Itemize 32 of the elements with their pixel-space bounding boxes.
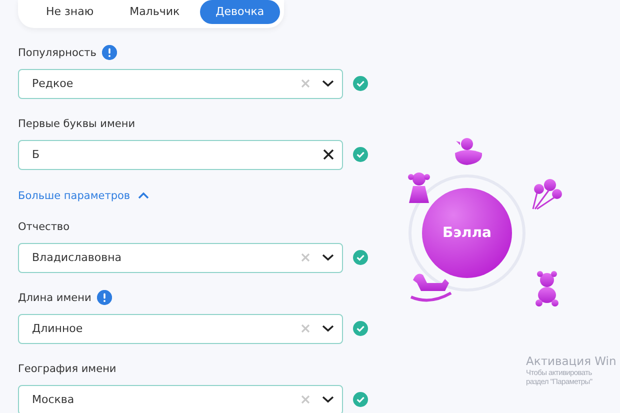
clear-icon[interactable] bbox=[323, 149, 334, 160]
field-value: Москва bbox=[32, 393, 76, 406]
more-parameters-link[interactable]: Больше параметров bbox=[18, 190, 130, 202]
field-label: Первые буквы имени bbox=[18, 118, 136, 130]
gender-tab[interactable]: Мальчик bbox=[114, 0, 196, 24]
field-value: Длинное bbox=[32, 322, 84, 335]
field-label: География имени bbox=[18, 362, 116, 374]
chevron-down-icon[interactable] bbox=[322, 254, 334, 261]
chevron-down-icon[interactable] bbox=[322, 325, 334, 332]
select-field[interactable]: Редкое bbox=[18, 68, 343, 98]
activation-title: Активация Win bbox=[526, 354, 616, 368]
field-label: Отчество bbox=[18, 220, 70, 232]
info-icon[interactable] bbox=[97, 290, 112, 305]
field-value: Редкое bbox=[32, 77, 74, 90]
name-result: Бэлла bbox=[442, 225, 492, 241]
select-field[interactable]: Москва bbox=[18, 384, 343, 413]
gender-tab[interactable]: Не знаю bbox=[30, 0, 110, 24]
teddy-bear-icon bbox=[536, 271, 558, 306]
chevron-up-icon[interactable] bbox=[138, 192, 150, 199]
flower-bouquet-icon bbox=[532, 179, 562, 210]
chevron-down-icon[interactable] bbox=[322, 396, 334, 403]
info-icon[interactable] bbox=[102, 45, 118, 60]
field-label: Популярность bbox=[18, 46, 96, 58]
gender-tab[interactable]: Девочка bbox=[200, 0, 280, 24]
chevron-down-icon[interactable] bbox=[322, 80, 334, 87]
input-field[interactable]: Б bbox=[18, 140, 343, 170]
select-field[interactable]: Владиславовна bbox=[18, 242, 343, 272]
field-value: Б bbox=[32, 148, 41, 161]
select-field[interactable]: Длинное bbox=[18, 314, 343, 344]
field-label: Длина имени bbox=[18, 292, 92, 304]
doll-icon bbox=[408, 172, 430, 203]
field-value: Владиславовна bbox=[32, 251, 123, 264]
